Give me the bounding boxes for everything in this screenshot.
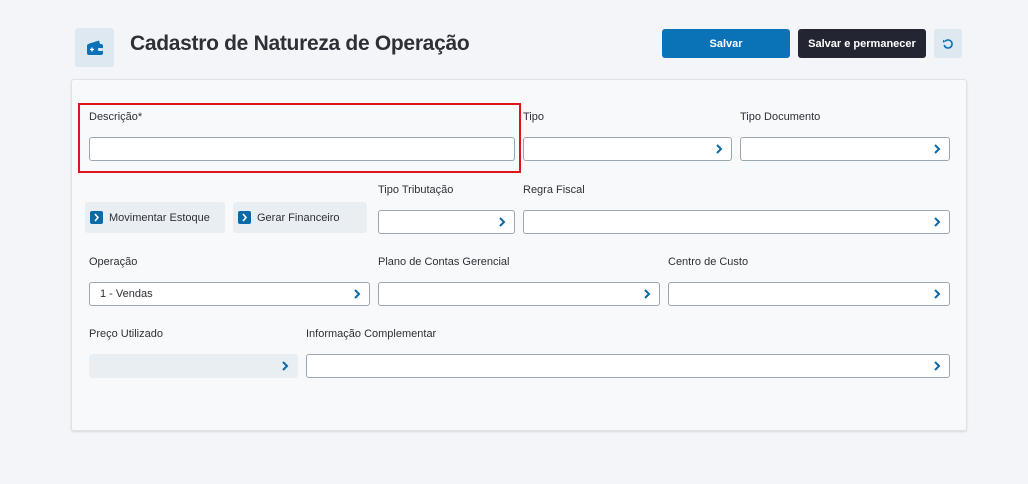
tipo-label: Tipo: [523, 111, 544, 123]
preco-utilizado-select[interactable]: [89, 354, 298, 378]
centro-custo-label: Centro de Custo: [668, 256, 749, 268]
chevron-right-icon: [354, 289, 361, 299]
preco-utilizado-label: Preço Utilizado: [89, 328, 163, 340]
undo-icon: [942, 38, 953, 49]
centro-custo-select[interactable]: [668, 282, 950, 306]
tipo-select[interactable]: [523, 137, 732, 161]
highlight-box: [78, 103, 521, 173]
chevron-right-icon: [934, 361, 941, 371]
chevron-right-icon: [238, 211, 251, 224]
tipo-documento-select[interactable]: [740, 137, 950, 161]
plano-contas-label: Plano de Contas Gerencial: [378, 256, 510, 268]
back-button[interactable]: [934, 29, 962, 58]
info-complementar-label: Informação Complementar: [306, 328, 437, 340]
gerar-financeiro-toggle[interactable]: Gerar Financeiro: [233, 202, 367, 233]
tipo-tributacao-label: Tipo Tributação: [378, 184, 454, 196]
tipo-documento-label: Tipo Documento: [740, 111, 821, 123]
chevron-right-icon: [499, 217, 506, 227]
save-and-stay-button[interactable]: Salvar e permanecer: [798, 29, 926, 58]
chevron-right-icon: [716, 144, 723, 154]
save-button[interactable]: Salvar: [662, 29, 790, 58]
info-complementar-select[interactable]: [306, 354, 950, 378]
wallet-add-icon: [75, 28, 114, 67]
operacao-label: Operação: [89, 256, 138, 268]
chevron-right-icon: [90, 211, 103, 224]
plano-contas-select[interactable]: [378, 282, 660, 306]
tipo-tributacao-select[interactable]: [378, 210, 515, 234]
page-title: Cadastro de Natureza de Operação: [130, 32, 470, 55]
operacao-select[interactable]: 1 - Vendas: [89, 282, 370, 306]
chevron-right-icon: [282, 361, 289, 371]
chevron-right-icon: [934, 217, 941, 227]
chevron-right-icon: [934, 144, 941, 154]
movimentar-estoque-toggle[interactable]: Movimentar Estoque: [85, 202, 225, 233]
regra-fiscal-label: Regra Fiscal: [523, 184, 585, 196]
regra-fiscal-select[interactable]: [523, 210, 950, 234]
chevron-right-icon: [644, 289, 651, 299]
chevron-right-icon: [934, 289, 941, 299]
